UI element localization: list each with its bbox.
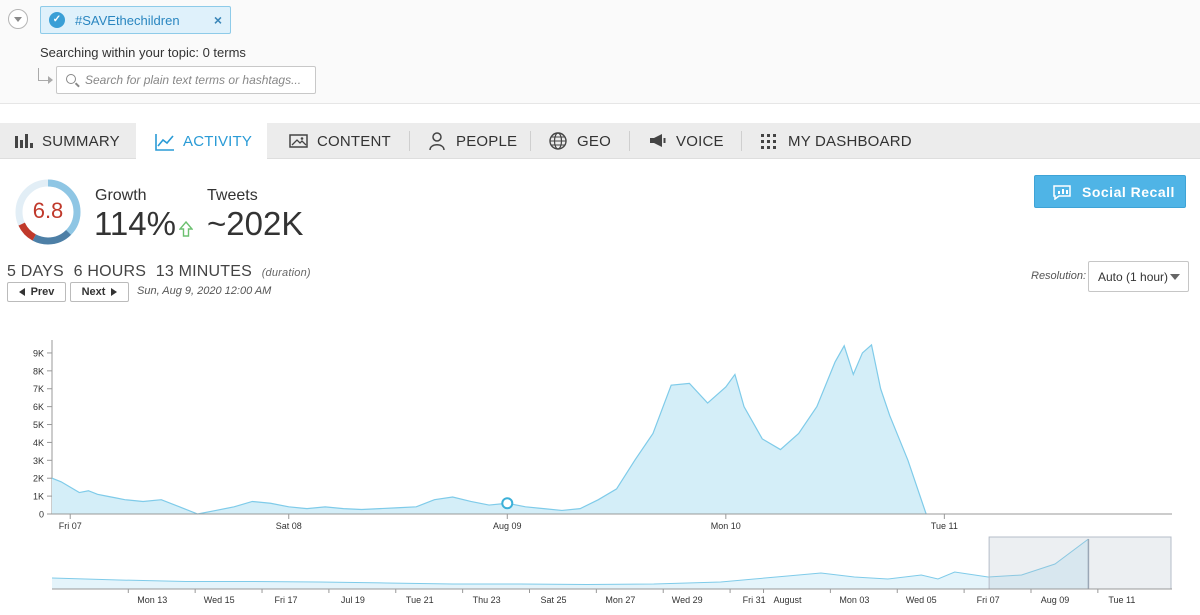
globe-icon [549, 132, 569, 150]
prev-label: Prev [30, 286, 55, 298]
navigator-selection [988, 536, 1172, 590]
y-tick-label: 9K [33, 348, 44, 358]
x-tick-label: Sat 08 [276, 521, 302, 531]
y-tick-label: 1K [33, 492, 44, 502]
tab-content[interactable]: CONTENT [267, 123, 409, 159]
tab-geo[interactable]: GEO [531, 123, 629, 159]
navigator-tick-label: Mon 27 [605, 595, 635, 605]
navigator-tick-label: Fri 17 [275, 595, 298, 605]
tab-label: SUMMARY [42, 132, 120, 150]
duration-suffix: (duration) [261, 267, 311, 279]
search-hint: Searching within your topic: 0 terms [40, 45, 246, 60]
tab-my-dashboard[interactable]: MY DASHBOARD [742, 123, 922, 159]
navigator-tick-label: Mon 13 [137, 595, 167, 605]
chat-chart-icon [1053, 185, 1071, 200]
navigator-line [51, 538, 1089, 586]
triangle-left-icon [18, 288, 25, 296]
y-tick-label: 4K [33, 438, 44, 448]
check-icon: ✓ [49, 12, 65, 28]
prev-button[interactable]: Prev [7, 282, 66, 302]
close-icon[interactable]: × [214, 12, 222, 28]
topic-chip[interactable]: ✓ #SAVEthechildren × [40, 6, 231, 34]
tweets-value: ~202K [207, 205, 304, 242]
duration-hours: 6 HOURS [73, 263, 147, 280]
resolution-select[interactable]: Auto (1 hour) [1088, 261, 1189, 292]
branch-arrow-icon [38, 68, 53, 84]
tab-voice[interactable]: VOICE [630, 123, 741, 159]
current-position-marker [501, 497, 514, 510]
score-value: 6.8 [32, 198, 64, 223]
triangle-right-icon [111, 288, 118, 296]
y-tick-label: 5K [33, 420, 44, 430]
topic-chip-label: #SAVEthechildren [75, 12, 180, 28]
navigator-tick-label: Sat 25 [540, 595, 566, 605]
navigator-tick-label: Mon 03 [839, 595, 869, 605]
navigator-tick-label: August [774, 595, 803, 605]
x-tick-label: Tue 11 [931, 521, 958, 531]
navigator-tick-label: Tue 21 [406, 595, 434, 605]
tab-label: GEO [577, 132, 611, 150]
term-search-input[interactable] [85, 71, 310, 89]
x-tick-label: Aug 09 [493, 521, 522, 531]
grid-icon [760, 132, 780, 150]
y-tick-label: 8K [33, 366, 44, 376]
timeline-navigator[interactable]: Mon 13 Wed 15 Fri 17 Jul 19 Tue 21 Thu 23 Sat … [0, 535, 1200, 613]
topic-header: ✓ #SAVEthechildren × Searching within yo… [0, 0, 1200, 104]
navigator-tick-label: Aug 09 [1041, 595, 1070, 605]
resolution-value: Auto (1 hour) [1098, 270, 1169, 284]
next-label: Next [81, 286, 106, 298]
growth-label: Growth [95, 187, 147, 204]
navigator-tick-label: Wed 15 [204, 595, 235, 605]
duration-minutes: 13 MINUTES [155, 263, 253, 280]
bar-chart-icon [14, 132, 34, 150]
search-icon [66, 74, 76, 84]
social-recall-button[interactable]: Social Recall [1034, 175, 1186, 208]
activity-chart[interactable]: 0 1K 2K 3K 4K 5K 6K 7K 8K 9K Fri 07 Sat 08 Aug 09 Mon… [0, 330, 1200, 535]
y-tick-label: 7K [33, 384, 44, 394]
arrow-up-icon [179, 221, 193, 237]
navigator-tick-label: Thu 23 [473, 595, 501, 605]
y-tick-label: 3K [33, 456, 44, 466]
tab-bar: SUMMARY ACTIVITY CONTENT PEOPLE GEO VOIC… [0, 123, 1200, 160]
tab-label: ACTIVITY [183, 133, 253, 150]
tab-people[interactable]: PEOPLE [410, 123, 530, 159]
navigator-tick-label: Fri 07 [977, 595, 1000, 605]
y-tick-label: 6K [33, 402, 44, 412]
navigator-tick-label: Jul 19 [341, 595, 365, 605]
growth-value: 114% [94, 205, 176, 242]
image-icon [289, 132, 309, 150]
tab-label: VOICE [676, 132, 724, 150]
x-tick-label: Fri 07 [59, 521, 82, 531]
navigator-tick-label: Fri 31 [743, 595, 766, 605]
duration-readout: 5 DAYS 6 HOURS 13 MINUTES (duration) [7, 263, 311, 281]
tab-label: PEOPLE [456, 132, 518, 150]
tab-label: CONTENT [317, 132, 391, 150]
person-icon [428, 132, 448, 150]
series-area [52, 344, 927, 514]
tab-summary[interactable]: SUMMARY [0, 123, 136, 159]
navigator-tick-label: Wed 05 [906, 595, 937, 605]
line-chart-icon [155, 133, 175, 151]
navigator-tick-label: Wed 29 [672, 595, 703, 605]
tweets-label: Tweets [207, 187, 258, 204]
collapse-toggle-icon[interactable] [8, 9, 28, 29]
current-date: Sun, Aug 9, 2020 12:00 AM [137, 285, 272, 297]
chevron-down-icon [1170, 274, 1180, 280]
resolution-label: Resolution: [1031, 270, 1087, 282]
duration-days: 5 DAYS [7, 263, 64, 280]
navigator-tick-label: Tue 11 [1108, 595, 1135, 605]
tab-activity[interactable]: ACTIVITY [136, 123, 267, 160]
y-tick-label: 0 [39, 510, 44, 520]
megaphone-icon [648, 132, 668, 150]
term-search-box[interactable] [56, 66, 316, 94]
y-tick-label: 2K [33, 474, 44, 484]
next-button[interactable]: Next [70, 282, 129, 302]
x-tick-label: Mon 10 [711, 521, 741, 531]
tab-label: MY DASHBOARD [788, 132, 912, 150]
social-recall-label: Social Recall [1082, 184, 1175, 200]
